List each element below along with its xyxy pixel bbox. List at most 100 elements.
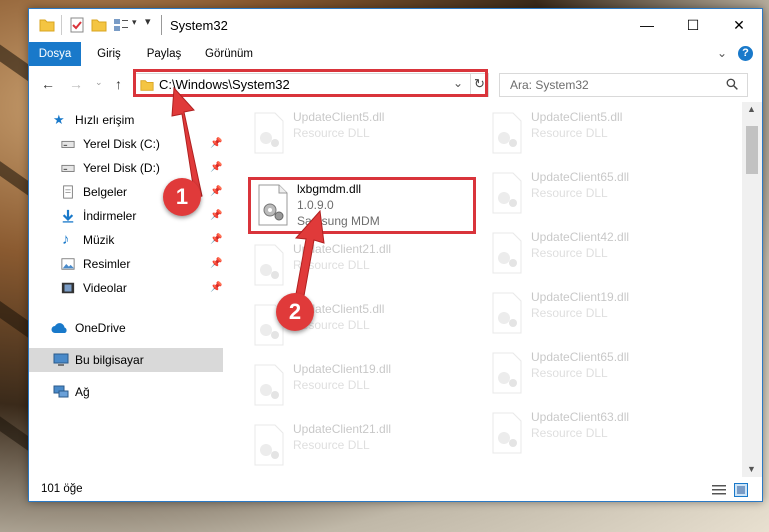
scroll-down-icon[interactable]: ▼: [747, 464, 756, 474]
nav-label: OneDrive: [75, 321, 126, 335]
recent-locations-icon[interactable]: ⌄: [95, 77, 103, 88]
dll-file-icon: [492, 172, 522, 214]
file-name: UpdateClient5.dll: [531, 110, 623, 124]
tab-file[interactable]: Dosya: [29, 42, 81, 66]
file-type: Resource DLL: [531, 186, 608, 200]
back-button[interactable]: ←: [41, 76, 55, 92]
nav-item-videos[interactable]: Videolar 📌: [29, 276, 223, 300]
dll-file-icon: [492, 352, 522, 394]
search-icon[interactable]: [726, 78, 739, 91]
file-name: UpdateClient21.dll: [293, 422, 392, 436]
close-button[interactable]: ✕: [716, 9, 762, 41]
network-icon: [53, 385, 69, 398]
callout-2: 2: [276, 293, 314, 331]
file-type: Resource DLL: [293, 438, 370, 452]
file-name: UpdateClient63.dll: [531, 410, 630, 424]
folder-icon[interactable]: [39, 17, 55, 33]
vertical-scrollbar[interactable]: ▲ ▼: [742, 102, 762, 477]
file-item[interactable]: UpdateClient5.dll Resource DLL: [483, 106, 713, 162]
dll-file-icon: [254, 364, 284, 406]
dll-file-icon: [492, 112, 522, 154]
view-icon[interactable]: [113, 17, 129, 33]
tab-home[interactable]: Giriş: [89, 42, 129, 66]
pin-icon: 📌: [210, 234, 223, 245]
dll-file-icon: [254, 112, 284, 154]
large-icons-view-icon[interactable]: [734, 483, 748, 497]
help-icon[interactable]: ?: [738, 46, 753, 61]
file-item[interactable]: UpdateClient63.dll Resource DLL: [483, 406, 713, 462]
divider: [161, 15, 162, 35]
nav-label: Hızlı erişim: [75, 113, 135, 127]
nav-label: Yerel Disk (C:): [83, 137, 160, 151]
file-name: UpdateClient65.dll: [531, 350, 630, 364]
nav-onedrive[interactable]: OneDrive: [29, 316, 223, 340]
title-bar: ▾ ▾ System32 — ☐ ✕: [29, 9, 762, 41]
expand-ribbon-icon[interactable]: ⌄: [717, 46, 727, 60]
tab-share[interactable]: Paylaş: [141, 42, 187, 66]
drive-icon: [61, 164, 75, 172]
file-item[interactable]: UpdateClient65.dll Resource DLL: [483, 346, 713, 402]
file-item[interactable]: UpdateClient5.dll Resource DLL: [245, 106, 475, 162]
scroll-thumb[interactable]: [746, 126, 758, 174]
chevron-down-icon[interactable]: ▾: [132, 17, 137, 28]
window-title: System32: [170, 18, 228, 33]
file-item[interactable]: UpdateClient65.dll Resource DLL: [483, 166, 713, 222]
details-view-icon[interactable]: [712, 484, 726, 496]
nav-item-music[interactable]: ♪ Müzik 📌: [29, 228, 223, 252]
file-type: Resource DLL: [531, 246, 608, 260]
file-item[interactable]: UpdateClient19.dll Resource DLL: [483, 286, 713, 342]
ribbon-tabs: Dosya Giriş Paylaş Görünüm ⌄ ?: [29, 42, 762, 67]
file-item[interactable]: UpdateClient19.dll Resource DLL: [245, 358, 475, 414]
file-name: UpdateClient5.dll: [293, 110, 385, 124]
customize-quick-access-icon[interactable]: ▾: [145, 15, 151, 28]
pictures-icon: [61, 258, 75, 270]
file-name: UpdateClient42.dll: [531, 230, 630, 244]
nav-label: Belgeler: [83, 185, 128, 199]
nav-network[interactable]: Ağ: [29, 380, 223, 404]
file-item[interactable]: UpdateClient21.dll Resource DLL: [245, 418, 475, 474]
video-icon: [61, 282, 75, 294]
drive-icon: [61, 140, 75, 148]
file-name: UpdateClient19.dll: [531, 290, 630, 304]
search-box[interactable]: Ara: System32: [499, 73, 748, 97]
nav-this-pc[interactable]: Bu bilgisayar: [29, 348, 223, 372]
nav-label: Videolar: [83, 281, 127, 295]
forward-button[interactable]: →: [69, 76, 83, 92]
callout-1: 1: [163, 178, 201, 216]
star-icon: ★: [53, 112, 65, 127]
maximize-button[interactable]: ☐: [670, 9, 716, 41]
nav-label: Bu bilgisayar: [75, 353, 144, 367]
search-input[interactable]: Ara: System32: [510, 78, 589, 92]
nav-label: Resimler: [83, 257, 131, 271]
computer-icon: [53, 353, 69, 366]
nav-item-pictures[interactable]: Resimler 📌: [29, 252, 223, 276]
scroll-up-icon[interactable]: ▲: [747, 104, 756, 114]
explorer-window: ▾ ▾ System32 — ☐ ✕ Dosya Giriş Paylaş Gö…: [28, 8, 763, 502]
dll-file-icon: [492, 232, 522, 274]
download-icon: [62, 209, 74, 223]
file-type: Resource DLL: [531, 126, 608, 140]
minimize-button[interactable]: —: [624, 9, 670, 41]
new-folder-icon[interactable]: [91, 17, 107, 33]
nav-label: İndirmeler: [83, 209, 137, 223]
status-bar: 101 öğe: [29, 479, 762, 501]
divider: [61, 15, 62, 35]
file-type: Resource DLL: [293, 378, 370, 392]
tab-view[interactable]: Görünüm: [201, 42, 257, 66]
file-type: Resource DLL: [293, 126, 370, 140]
cloud-icon: [51, 323, 67, 333]
properties-icon[interactable]: [69, 17, 85, 33]
nav-label: Yerel Disk (D:): [83, 161, 160, 175]
music-icon: ♪: [62, 231, 70, 248]
dll-file-icon: [492, 292, 522, 334]
dll-file-icon: [492, 412, 522, 454]
documents-icon: [63, 185, 73, 199]
file-name: UpdateClient19.dll: [293, 362, 392, 376]
file-name: UpdateClient65.dll: [531, 170, 630, 184]
file-type: Resource DLL: [531, 426, 608, 440]
file-item[interactable]: UpdateClient42.dll Resource DLL: [483, 226, 713, 282]
up-button[interactable]: ↑: [115, 76, 122, 92]
file-type: Resource DLL: [531, 306, 608, 320]
nav-label: Müzik: [83, 233, 115, 247]
pin-icon: 📌: [210, 258, 223, 269]
